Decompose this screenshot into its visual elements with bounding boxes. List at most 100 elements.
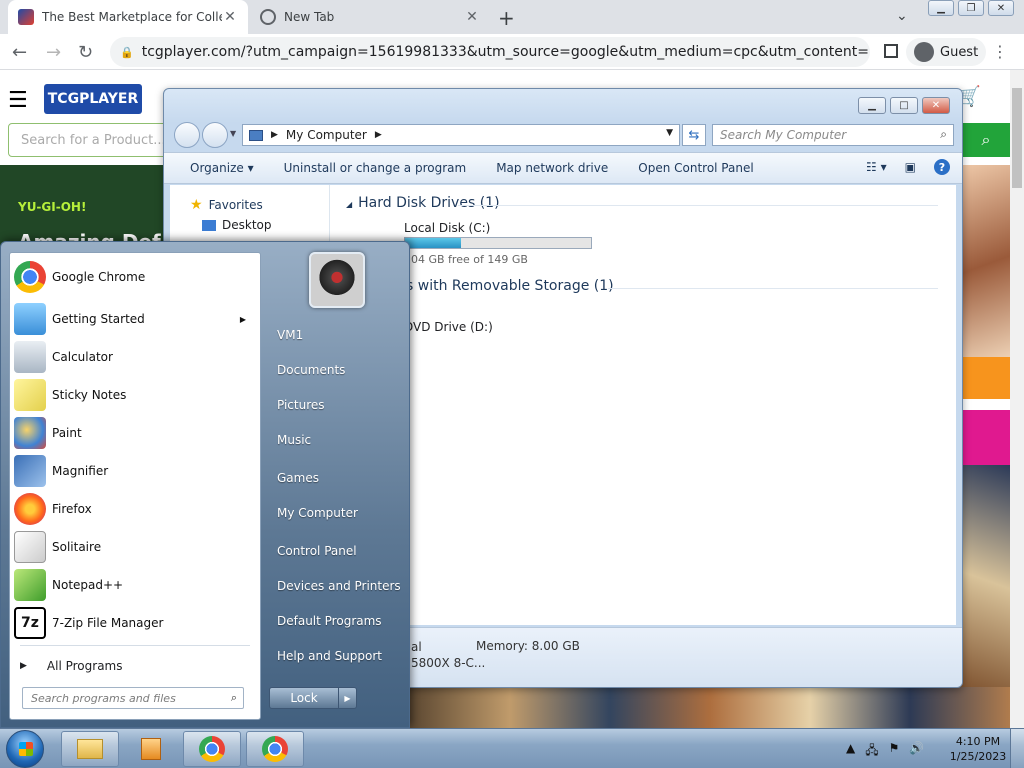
change-view-icon[interactable]: ☷ ▾	[866, 160, 887, 174]
back-button-icon[interactable]	[174, 122, 200, 148]
start-item-control-panel[interactable]: Control Panel	[277, 544, 357, 558]
explorer-search-input[interactable]: Search My Computer ⌕	[712, 124, 954, 146]
preview-pane-icon[interactable]: ▣	[905, 160, 916, 174]
breadcrumb-location[interactable]: My Computer	[286, 128, 367, 142]
address-bar[interactable]: 🔒 tcgplayer.com/?utm_campaign=1561998133…	[110, 37, 870, 67]
browser-window-controls: ▁ ❐ ✕	[928, 0, 1014, 16]
start-item-vm1[interactable]: VM1	[277, 328, 303, 342]
window-controls: ▁ □ ✕	[858, 97, 950, 114]
program-solitaire[interactable]: Solitaire	[14, 529, 256, 565]
start-item-documents[interactable]: Documents	[277, 363, 345, 377]
chevron-down-icon[interactable]: ⌄	[896, 8, 908, 24]
more-menu-icon[interactable]: ⋮	[992, 42, 1008, 61]
tab-close-icon[interactable]: ✕	[222, 9, 238, 25]
tab-close-icon[interactable]: ✕	[464, 9, 480, 25]
minimize-icon[interactable]: ▁	[928, 0, 954, 16]
action-center-icon[interactable]: ⚑	[889, 741, 900, 762]
program-google-chrome[interactable]: Google Chrome	[14, 259, 256, 295]
explorer-address-bar[interactable]: ▶ My Computer ▶ ▼	[242, 124, 680, 146]
search-icon[interactable]: ⌕	[940, 127, 947, 142]
restore-icon[interactable]: ❐	[958, 0, 984, 16]
search-icon[interactable]: ⌕	[962, 123, 1010, 157]
clock-time: 4:10 PM	[955, 735, 1001, 748]
shutdown-options-icon[interactable]: ▶	[339, 687, 357, 709]
file-list: ◢ Hard Disk Drives (1) Local Disk (C:) 10…	[338, 185, 950, 625]
site-search-input[interactable]: Search for a Product...	[8, 123, 178, 157]
taskbar-chrome-2[interactable]	[246, 731, 304, 767]
program-getting-started[interactable]: Getting Started ▶	[14, 301, 256, 337]
start-item-devices-printers[interactable]: Devices and Printers	[277, 579, 401, 593]
program-paint[interactable]: Paint	[14, 415, 256, 451]
program-notepadpp[interactable]: Notepad++	[14, 567, 256, 603]
windows-logo-icon	[19, 742, 33, 756]
chevron-down-icon[interactable]: ▼	[666, 128, 673, 138]
search-icon[interactable]: ⌕	[231, 691, 237, 705]
map-network-drive-button[interactable]: Map network drive	[496, 161, 608, 175]
program-sticky-notes[interactable]: Sticky Notes	[14, 377, 256, 413]
recent-pages-icon[interactable]: ▼	[230, 129, 236, 138]
side-panel-icon[interactable]	[884, 44, 898, 58]
program-calculator[interactable]: Calculator	[14, 339, 256, 375]
maximize-icon[interactable]: □	[890, 97, 918, 114]
taskbar-chrome-1[interactable]	[183, 731, 241, 767]
program-label: Getting Started	[52, 312, 145, 326]
profile-button[interactable]: Guest	[906, 38, 987, 66]
lock-icon[interactable]: 🔒	[120, 46, 134, 59]
program-7zip[interactable]: 7z 7-Zip File Manager	[14, 605, 256, 641]
breadcrumb-arrow-icon[interactable]: ▶	[375, 130, 382, 140]
hamburger-menu-icon[interactable]: ☰	[8, 88, 28, 113]
volume-icon[interactable]: 🔊	[909, 741, 924, 762]
start-item-my-computer[interactable]: My Computer	[277, 506, 358, 520]
breadcrumb-arrow-icon[interactable]: ▶	[271, 130, 278, 140]
start-item-default-programs[interactable]: Default Programs	[277, 614, 382, 628]
tab-new-tab[interactable]: New Tab ✕	[250, 0, 490, 34]
nav-desktop[interactable]: Desktop	[202, 218, 272, 232]
banner-art	[960, 465, 1010, 695]
start-item-games[interactable]: Games	[277, 471, 319, 485]
back-arrow-icon[interactable]: ←	[12, 42, 27, 63]
show-hidden-icons-icon[interactable]: ▲	[846, 741, 855, 762]
submenu-arrow-icon[interactable]: ▶	[240, 315, 246, 324]
organize-button[interactable]: Organize ▾	[190, 161, 254, 175]
tab-title: The Best Marketplace for Collectible Tra…	[42, 10, 222, 24]
start-item-music[interactable]: Music	[277, 433, 311, 447]
lock-button[interactable]: Lock	[269, 687, 339, 709]
close-icon[interactable]: ✕	[988, 0, 1014, 16]
program-magnifier[interactable]: Magnifier	[14, 453, 256, 489]
collapse-icon[interactable]: ◢	[346, 200, 352, 209]
tcgplayer-logo[interactable]: TCGPLAYER	[44, 84, 142, 114]
tab-tcgplayer[interactable]: The Best Marketplace for Collectible Tra…	[8, 0, 248, 34]
taskbar-explorer[interactable]	[61, 731, 119, 767]
show-desktop-button[interactable]	[1010, 729, 1024, 768]
minimize-icon[interactable]: ▁	[858, 97, 886, 114]
seven-zip-icon: 7z	[14, 607, 46, 639]
forward-button-icon[interactable]	[202, 122, 228, 148]
all-programs-button[interactable]: ▶ All Programs	[20, 653, 123, 679]
taskbar-media-player[interactable]	[122, 731, 180, 767]
reload-icon[interactable]: ↻	[78, 42, 93, 63]
start-item-help-support[interactable]: Help and Support	[277, 649, 382, 663]
hdd-group-header[interactable]: ◢ Hard Disk Drives (1)	[346, 195, 500, 211]
user-picture[interactable]	[309, 252, 365, 308]
local-disk-c[interactable]: Local Disk (C:)	[404, 221, 490, 235]
uninstall-program-button[interactable]: Uninstall or change a program	[284, 161, 467, 175]
dvd-drive-d[interactable]: DVD Drive (D:)	[404, 320, 493, 334]
media-player-icon	[141, 738, 161, 760]
new-tab-icon[interactable]: +	[498, 6, 515, 30]
chrome-icon	[199, 736, 225, 762]
system-clock[interactable]: 4:10 PM 1/25/2023	[948, 734, 1008, 764]
magnifier-icon	[14, 455, 46, 487]
program-firefox[interactable]: Firefox	[14, 491, 256, 527]
nav-favorites[interactable]: ★ Favorites	[190, 197, 263, 213]
start-search-input[interactable]: Search programs and files ⌕	[22, 687, 244, 709]
scrollbar-thumb[interactable]	[1012, 88, 1022, 188]
network-icon[interactable]: 🖧	[865, 741, 878, 762]
help-icon[interactable]: ?	[934, 159, 950, 175]
memory-text: Memory: 8.00 GB	[476, 639, 580, 653]
forward-arrow-icon[interactable]: →	[46, 42, 61, 63]
open-control-panel-button[interactable]: Open Control Panel	[638, 161, 753, 175]
start-item-pictures[interactable]: Pictures	[277, 398, 325, 412]
close-icon[interactable]: ✕	[922, 97, 950, 114]
workgroup-text: al	[411, 640, 422, 654]
refresh-icon[interactable]: ⇆	[682, 124, 706, 146]
